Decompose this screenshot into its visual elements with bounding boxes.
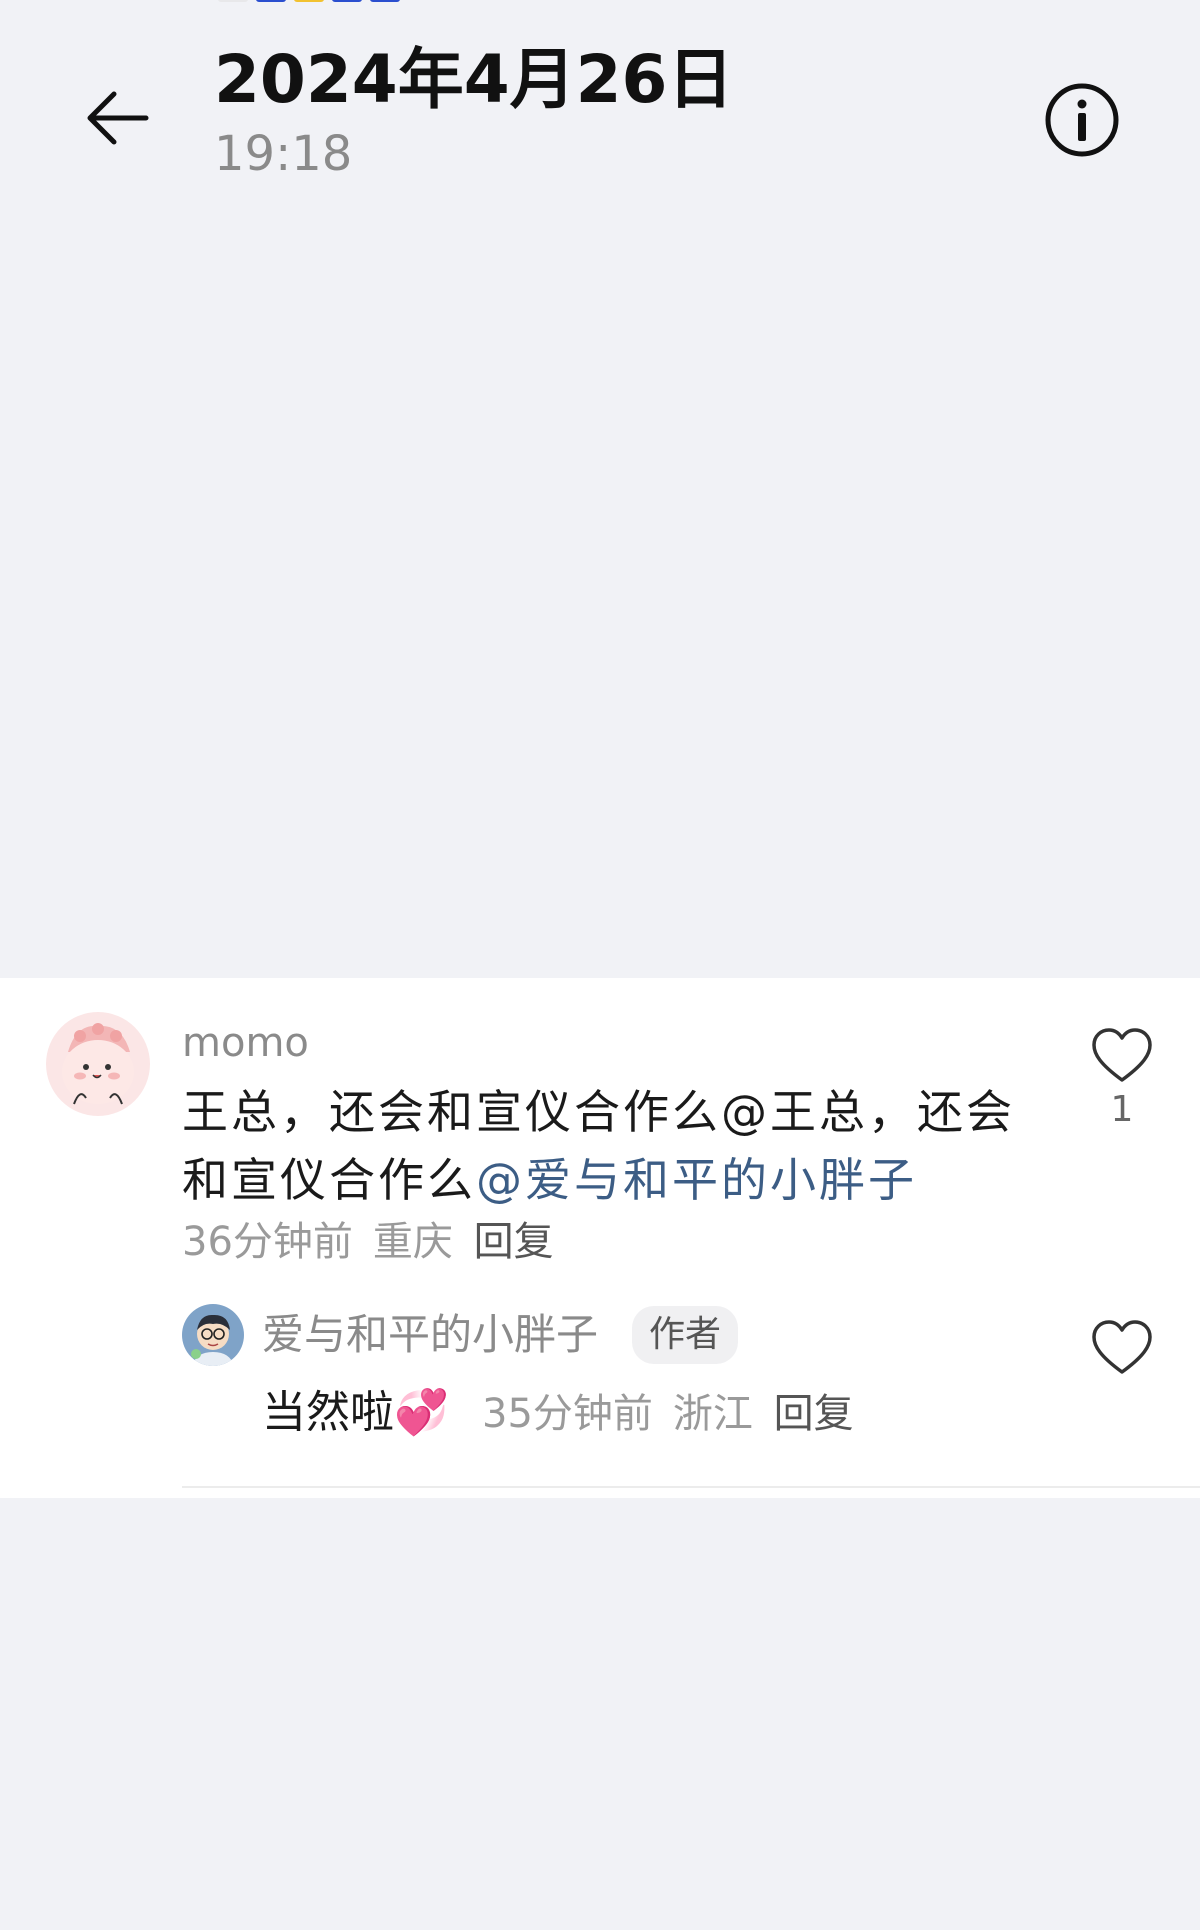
divider — [182, 1486, 1200, 1488]
cartoon-pink-avatar-icon — [46, 1012, 150, 1116]
reply-item: 爱与和平的小胖子 作者 当然啦💞 35分钟前 浙江 回复 — [182, 1304, 1182, 1454]
like-button[interactable] — [1090, 1026, 1154, 1086]
reply-text: 当然啦💞 — [262, 1384, 449, 1442]
info-button[interactable] — [1036, 74, 1128, 166]
arrow-left-icon — [87, 91, 149, 145]
page-title: 2024年4月26日 — [214, 41, 734, 118]
reply-to-reply-button[interactable]: 回复 — [774, 1391, 854, 1437]
author-badge: 作者 — [632, 1306, 738, 1364]
back-button[interactable] — [78, 78, 158, 158]
comment-location: 重庆 — [372, 1219, 453, 1265]
mention-link[interactable]: @爱与和平的小胖子 — [476, 1153, 917, 1207]
heart-icon — [1092, 1028, 1152, 1082]
reply-body: 当然啦 — [262, 1387, 394, 1438]
reply-location: 浙江 — [672, 1391, 753, 1437]
reply-time: 35分钟前 — [482, 1391, 653, 1437]
reply-author[interactable]: 爱与和平的小胖子 — [262, 1306, 598, 1364]
comment-meta: 36分钟前 重庆 回复 — [182, 1214, 554, 1270]
reply-button[interactable]: 回复 — [474, 1219, 554, 1265]
info-icon — [1045, 83, 1119, 157]
reply-avatar[interactable] — [182, 1304, 244, 1366]
comment-time: 36分钟前 — [182, 1219, 353, 1265]
heart-icon — [1092, 1320, 1152, 1374]
heart-emoji-icon: 💞 — [394, 1387, 449, 1438]
reply-meta: 35分钟前 浙江 回复 — [482, 1386, 854, 1442]
cartoon-boy-avatar-icon — [182, 1304, 244, 1366]
comment-author[interactable]: momo — [182, 1018, 309, 1068]
header: 2024年4月26日 19:18 — [0, 0, 1200, 200]
comment-text: 王总，还会和宣仪合作么@王总，还会和宣仪合作么@爱与和平的小胖子 — [182, 1078, 1042, 1214]
comment-card: momo 王总，还会和宣仪合作么@王总，还会和宣仪合作么@爱与和平的小胖子 36… — [0, 978, 1200, 1498]
like-count: 1 — [1110, 1089, 1134, 1130]
reply-like-button[interactable] — [1090, 1318, 1154, 1378]
avatar[interactable] — [46, 1012, 150, 1116]
page-subtitle-time: 19:18 — [214, 126, 353, 182]
